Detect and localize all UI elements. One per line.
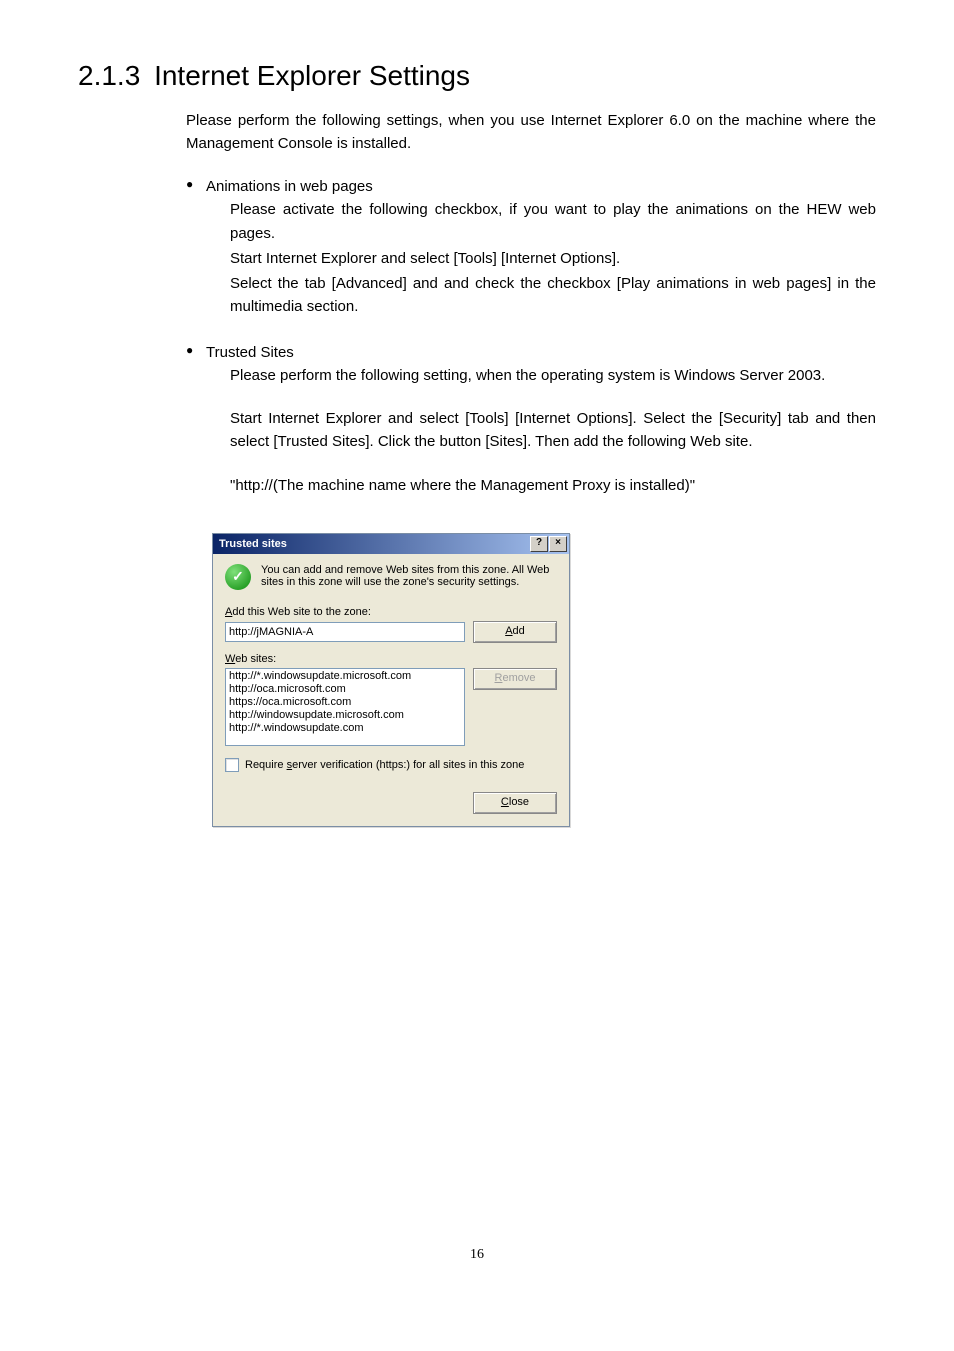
section-heading: 2.1.3 Internet Explorer Settings bbox=[78, 60, 876, 92]
bullet-animations: Animations in web pages Please activate … bbox=[206, 175, 876, 319]
require-https-label: Require server verification (https:) for… bbox=[245, 759, 524, 771]
paragraph: Please perform the following setting, wh… bbox=[230, 364, 876, 387]
web-sites-label: Web sites: bbox=[225, 653, 557, 665]
section-title: Internet Explorer Settings bbox=[154, 60, 470, 91]
list-item[interactable]: http://*.windowsupdate.com bbox=[229, 722, 461, 735]
close-window-button[interactable]: × bbox=[549, 536, 567, 552]
add-site-input[interactable] bbox=[225, 622, 465, 642]
trusted-sites-dialog: Trusted sites ? × ✓ You can add and remo… bbox=[212, 533, 570, 827]
paragraph: "http://(The machine name where the Mana… bbox=[230, 474, 876, 497]
bullet-title: Trusted Sites bbox=[206, 341, 876, 364]
dialog-titlebar[interactable]: Trusted sites ? × bbox=[213, 534, 569, 554]
dialog-description: You can add and remove Web sites from th… bbox=[261, 564, 557, 590]
close-button[interactable]: Close bbox=[473, 792, 557, 814]
add-site-label: Add this Web site to the zone: bbox=[225, 606, 557, 618]
list-item[interactable]: http://*.windowsupdate.microsoft.com bbox=[229, 670, 461, 683]
page-number: 16 bbox=[78, 1247, 876, 1263]
bullet-title: Animations in web pages bbox=[206, 175, 876, 198]
dialog-title: Trusted sites bbox=[219, 538, 287, 550]
add-button[interactable]: Add bbox=[473, 621, 557, 643]
list-item[interactable]: http://oca.microsoft.com bbox=[229, 683, 461, 696]
intro-paragraph: Please perform the following settings, w… bbox=[186, 110, 876, 155]
help-button[interactable]: ? bbox=[530, 536, 548, 552]
bullet-trusted-sites: Trusted Sites Please perform the followi… bbox=[206, 341, 876, 497]
require-https-checkbox[interactable] bbox=[225, 758, 239, 772]
remove-button[interactable]: Remove bbox=[473, 668, 557, 690]
paragraph: Start Internet Explorer and select [Tool… bbox=[230, 407, 876, 454]
section-number: 2.1.3 bbox=[78, 60, 140, 91]
trusted-zone-icon: ✓ bbox=[225, 564, 251, 590]
paragraph: Start Internet Explorer and select [Tool… bbox=[230, 247, 876, 270]
list-item[interactable]: https://oca.microsoft.com bbox=[229, 696, 461, 709]
paragraph: Please activate the following checkbox, … bbox=[230, 198, 876, 245]
list-item[interactable]: http://windowsupdate.microsoft.com bbox=[229, 709, 461, 722]
web-sites-listbox[interactable]: http://*.windowsupdate.microsoft.com htt… bbox=[225, 668, 465, 746]
paragraph: Select the tab [Advanced] and and check … bbox=[230, 272, 876, 319]
